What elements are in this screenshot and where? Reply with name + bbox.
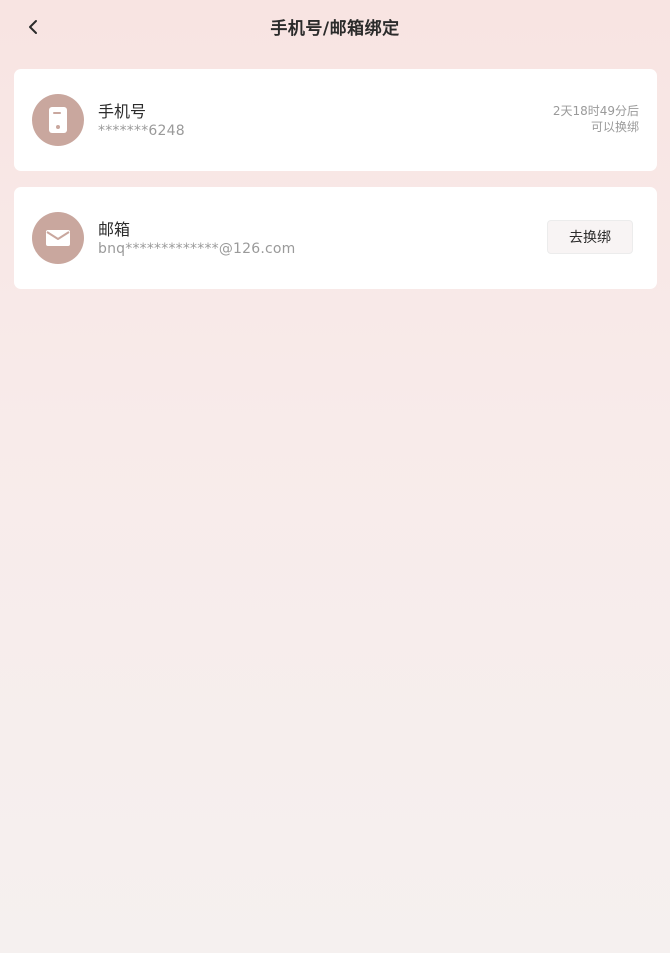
mail-icon [46,230,70,246]
rebind-countdown-time: 2天18时49分后 [552,104,639,118]
phone-icon [49,107,67,133]
rebind-countdown-text: 可以换绑 [590,120,639,134]
phone-number: *******6248 [98,123,185,139]
page-title: 手机号/邮箱绑定 [270,19,400,39]
rebind-email-button[interactable]: 去换绑 [547,220,633,254]
phone-binding-card: 手机号 *******6248 2天18时49分后 可以换绑 [14,69,657,171]
phone-label: 手机号 [98,102,147,121]
email-address: bnq*************@126.com [98,241,296,257]
email-label: 邮箱 [98,220,131,239]
rebind-countdown: 2天18时49分后 可以换绑 [553,103,639,135]
email-binding-card: 邮箱 bnq*************@126.com 去换绑 [14,187,657,289]
email-avatar [32,212,84,264]
header-bar: 手机号/邮箱绑定 [0,0,670,54]
phone-avatar [32,94,84,146]
